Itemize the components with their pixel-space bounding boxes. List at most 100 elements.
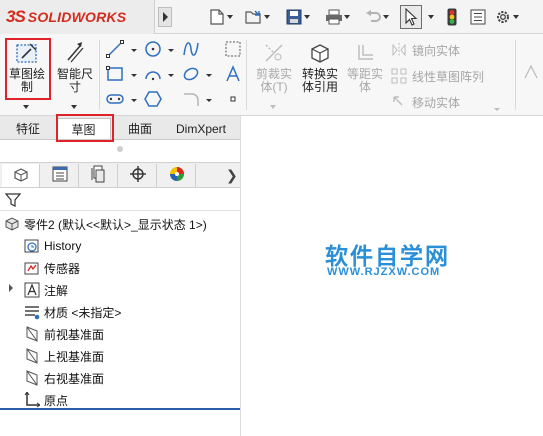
tree-part-root[interactable]: 零件2 (默认<<默认>_显示状态 1>) xyxy=(4,214,207,234)
tab-surfaces[interactable]: 曲面 xyxy=(114,118,166,139)
tree-item-origin[interactable]: 原点 xyxy=(24,390,68,410)
file-properties-button[interactable] xyxy=(469,6,487,28)
mirror-entities-label: 镜向实体 xyxy=(412,43,461,58)
undo-dropdown[interactable] xyxy=(382,8,390,26)
display-relations-tool[interactable] xyxy=(520,62,542,84)
open-button[interactable] xyxy=(245,6,271,28)
feature-manager-tabs: ❯ xyxy=(0,162,240,188)
options-button[interactable] xyxy=(494,6,520,28)
tab-property-manager[interactable] xyxy=(41,164,79,187)
tree-item-sensors[interactable]: 传感器 xyxy=(24,258,80,278)
print-button[interactable] xyxy=(325,6,351,28)
spline-icon xyxy=(182,40,200,61)
select-dropdown[interactable] xyxy=(427,6,435,28)
dimxpert-icon xyxy=(129,165,147,186)
smart-dimension-dropdown[interactable] xyxy=(71,105,77,109)
slot-dropdown[interactable] xyxy=(131,99,137,102)
line-dropdown[interactable] xyxy=(131,49,137,52)
new-dropdown[interactable] xyxy=(226,8,234,26)
move-dropdown[interactable] xyxy=(494,108,500,111)
expand-annotations-toggle[interactable] xyxy=(9,284,13,292)
arc-icon xyxy=(144,65,162,86)
tab-feature-tree[interactable] xyxy=(2,164,40,187)
menu-expand-arrow[interactable] xyxy=(158,7,172,27)
tree-item-annotations[interactable]: 注解 xyxy=(24,280,68,300)
move-entities-button[interactable]: 移动实体 xyxy=(390,92,460,112)
ellipse-tool[interactable] xyxy=(180,64,202,86)
print-dropdown[interactable] xyxy=(343,8,351,26)
circle-tool[interactable] xyxy=(142,39,164,61)
ellipse-dropdown[interactable] xyxy=(206,74,212,77)
convert-entities-icon xyxy=(305,38,335,68)
panel-splitter-handle[interactable] xyxy=(117,146,123,152)
sketch-dropdown[interactable] xyxy=(23,105,29,109)
trim-entities-button[interactable]: 剪裁实 体(T) xyxy=(251,36,297,112)
open-dropdown[interactable] xyxy=(263,8,271,26)
smart-dimension-icon xyxy=(60,38,90,68)
tab-display-manager[interactable] xyxy=(158,164,196,187)
move-icon xyxy=(390,93,408,111)
chevron-right-icon[interactable]: ❯ xyxy=(226,167,238,184)
arc-tool[interactable] xyxy=(142,64,164,86)
ds-logo-mark: 3S xyxy=(6,7,26,26)
tree-item-front-plane[interactable]: 前视基准面 xyxy=(24,324,104,344)
panel-bottom-rule xyxy=(0,408,240,410)
history-icon xyxy=(24,238,40,254)
properties-icon xyxy=(469,8,487,26)
tree-item-top-plane[interactable]: 上视基准面 xyxy=(24,346,104,366)
point-tool[interactable] xyxy=(222,89,244,111)
gear-icon xyxy=(494,8,512,26)
save-dropdown[interactable] xyxy=(303,8,311,26)
options-dropdown[interactable] xyxy=(512,8,520,26)
text-tool[interactable] xyxy=(222,64,244,86)
construction-geometry-tool[interactable] xyxy=(222,39,244,61)
rectangle-tool[interactable] xyxy=(104,64,126,86)
rectangle-dropdown[interactable] xyxy=(131,74,137,77)
point-icon xyxy=(224,90,242,111)
slot-icon xyxy=(106,90,124,111)
save-button[interactable] xyxy=(285,6,311,28)
filter-icon[interactable] xyxy=(4,192,22,211)
tab-features[interactable]: 特征 xyxy=(3,118,53,139)
tree-item-label: 上视基准面 xyxy=(44,349,105,364)
move-entities-label: 移动实体 xyxy=(412,95,461,110)
polygon-tool[interactable] xyxy=(142,89,164,111)
line-tool[interactable] xyxy=(104,39,126,61)
tree-item-label: 前视基准面 xyxy=(44,327,105,342)
save-icon xyxy=(285,8,303,26)
tree-item-history[interactable]: History xyxy=(24,236,81,256)
feature-tree-icon xyxy=(12,165,30,186)
fillet-tool[interactable] xyxy=(180,89,202,111)
trim-entities-dropdown[interactable] xyxy=(270,105,276,109)
tab-dimxpert-manager[interactable] xyxy=(119,164,157,187)
convert-entities-button[interactable]: 转换实 体引用 xyxy=(297,36,343,112)
new-document-button[interactable] xyxy=(208,6,234,28)
command-manager-tabs: 特征 草图 曲面 DimXpert xyxy=(0,116,240,140)
undo-button[interactable] xyxy=(364,6,390,28)
slot-tool[interactable] xyxy=(104,89,126,111)
linear-pattern-button[interactable]: 线性草图阵列 xyxy=(390,66,484,86)
print-icon xyxy=(325,8,343,26)
tree-item-right-plane[interactable]: 右视基准面 xyxy=(24,368,104,388)
material-icon xyxy=(24,304,40,320)
spline-tool[interactable] xyxy=(180,39,202,61)
smart-dimension-button[interactable]: 智能尺 寸 xyxy=(52,36,98,112)
tab-dimxpert[interactable]: DimXpert xyxy=(168,118,234,139)
arc-dropdown[interactable] xyxy=(168,74,174,77)
linear-pattern-icon xyxy=(390,67,408,85)
mirror-entities-button[interactable]: 镜向实体 xyxy=(390,40,460,60)
new-document-icon xyxy=(208,8,226,26)
origin-icon xyxy=(24,392,40,408)
circle-dropdown[interactable] xyxy=(168,49,174,52)
tab-configuration-manager[interactable] xyxy=(80,164,118,187)
offset-entities-button[interactable]: 等距实 体 xyxy=(342,36,388,112)
select-button[interactable] xyxy=(400,5,422,29)
linear-pattern-label: 线性草图阵列 xyxy=(412,69,485,84)
solidworks-logo[interactable]: 3S SOLIDWORKS xyxy=(0,0,155,34)
rebuild-button[interactable] xyxy=(443,6,461,28)
circle-icon xyxy=(144,40,162,61)
trim-entities-label: 剪裁实 体(T) xyxy=(255,67,292,94)
tree-item-material[interactable]: 材质 <未指定> xyxy=(24,302,121,322)
appearance-icon xyxy=(168,165,186,186)
fillet-dropdown[interactable] xyxy=(206,99,212,102)
